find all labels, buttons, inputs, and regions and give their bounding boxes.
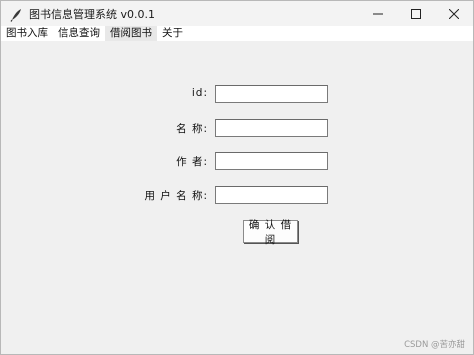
menu-item-book-stock-in[interactable]: 图书入库 [1, 26, 53, 41]
username-label: 用 户 名 称: [144, 190, 208, 202]
menu-bar: 图书入库 信息查询 借阅图书 关于 [1, 26, 473, 41]
feather-icon [9, 7, 23, 22]
menu-item-about[interactable]: 关于 [157, 26, 188, 41]
confirm-borrow-button[interactable]: 确 认 借阅 [243, 219, 298, 246]
app-window: 图书信息管理系统 v0.0.1 图书入库 信息查询 借阅图书 关于 id: 名 … [0, 0, 474, 355]
close-icon [449, 8, 459, 19]
maximize-button[interactable] [397, 1, 435, 26]
id-label: id: [191, 87, 208, 99]
watermark: CSDN @苦亦甜 [404, 340, 465, 350]
author-input[interactable] [215, 152, 328, 170]
name-input[interactable] [215, 119, 328, 137]
title-bar[interactable]: 图书信息管理系统 v0.0.1 [1, 1, 473, 26]
minimize-icon [373, 13, 383, 14]
menu-item-borrow-book[interactable]: 借阅图书 [105, 26, 157, 41]
author-label: 作 者: [176, 156, 208, 168]
name-label: 名 称: [176, 123, 208, 135]
menu-item-info-query[interactable]: 信息查询 [53, 26, 105, 41]
window-title: 图书信息管理系统 v0.0.1 [29, 7, 155, 21]
maximize-icon [411, 8, 421, 19]
id-input[interactable] [215, 85, 328, 103]
close-button[interactable] [435, 1, 473, 26]
minimize-button[interactable] [359, 1, 397, 26]
username-input[interactable] [215, 186, 328, 204]
window-controls [359, 1, 473, 26]
